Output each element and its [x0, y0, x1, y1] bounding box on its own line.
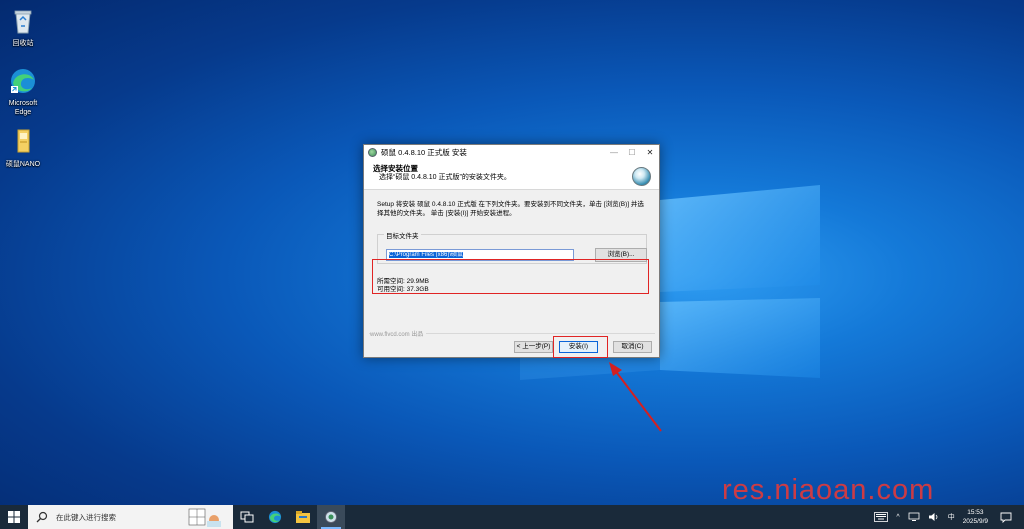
- watermark-text: res.niaoan.com: [722, 474, 935, 506]
- search-highlight-art-icon: [188, 508, 221, 527]
- header-subtitle: 选择“硕鼠 0.4.8.10 正式版”的安装文件夹。: [379, 174, 511, 181]
- search-placeholder: 在此键入进行搜索: [56, 512, 116, 522]
- window-controls: — ☐ ✕: [605, 145, 659, 160]
- search-icon: [36, 511, 48, 523]
- desktop-icon-label: 回收站: [12, 40, 34, 47]
- space-info: 所需空间: 29.9MB 可用空间: 37.3GB: [377, 278, 647, 294]
- window-title: 硕鼠 0.4.8.10 正式版 安装: [381, 148, 467, 157]
- task-view-icon: [240, 511, 254, 523]
- taskbar-search-box[interactable]: 在此键入进行搜索: [28, 505, 233, 529]
- destination-folder-label: 目标文件夹: [384, 230, 421, 240]
- taskbar: 在此键入进行搜索 ^ 中 15:53 2025/9/9: [0, 505, 1024, 529]
- start-button[interactable]: [0, 505, 28, 529]
- keyboard-icon[interactable]: [874, 512, 889, 522]
- install-path-input[interactable]: C:\Program Files (x86)\硕鼠: [386, 249, 574, 261]
- header-title: 选择安装位置: [373, 164, 418, 173]
- close-button[interactable]: ✕: [641, 145, 659, 160]
- install-path-text: C:\Program Files (x86)\硕鼠: [389, 252, 464, 258]
- desktop-icon-recycle-bin[interactable]: 回收站: [0, 6, 46, 48]
- folder-icon: [17, 129, 30, 153]
- taskbar-clock[interactable]: 15:53 2025/9/9: [963, 508, 988, 526]
- taskbar-installer[interactable]: [317, 505, 345, 529]
- desktop-icon-label: Microsoft Edge: [8, 100, 38, 116]
- desktop-icon-shuoshu-nano[interactable]: 硕鼠NANO: [0, 127, 46, 169]
- taskbar-file-explorer[interactable]: [289, 505, 317, 529]
- edge-icon: [11, 69, 35, 93]
- app-icon: [368, 148, 377, 157]
- desktop-icon-label: 硕鼠NANO: [5, 161, 41, 168]
- installer-header: 选择安装位置 选择“硕鼠 0.4.8.10 正式版”的安装文件夹。: [364, 160, 659, 190]
- space-required: 所需空间: 29.9MB: [377, 278, 430, 285]
- install-description: Setup 将安装 硕鼠 0.4.8.10 正式版 在下列文件夹。要安装到不同文…: [377, 201, 644, 217]
- windows-start-icon: [8, 511, 20, 523]
- ime-indicator[interactable]: 中: [948, 512, 955, 522]
- edge-icon: [268, 510, 282, 524]
- installer-window: 硕鼠 0.4.8.10 正式版 安装 — ☐ ✕ 选择安装位置 选择“硕鼠 0.…: [363, 144, 660, 358]
- show-hidden-icons-chevron-icon[interactable]: ^: [896, 514, 899, 521]
- destination-folder-group: 目标文件夹 C:\Program Files (x86)\硕鼠 浏览(B)...: [377, 230, 647, 264]
- installer-logo-icon: [632, 167, 651, 186]
- volume-icon[interactable]: [928, 512, 940, 522]
- installer-app-icon: [325, 511, 337, 523]
- file-explorer-icon: [296, 511, 310, 523]
- taskbar-edge[interactable]: [261, 505, 289, 529]
- maximize-button[interactable]: ☐: [623, 145, 641, 160]
- title-bar[interactable]: 硕鼠 0.4.8.10 正式版 安装 — ☐ ✕: [364, 145, 659, 160]
- clock-date: 2025/9/9: [962, 518, 988, 525]
- annotation-arrow-icon: [609, 362, 662, 432]
- clock-time: 15:53: [967, 509, 984, 516]
- recycle-bin-icon: [14, 10, 32, 34]
- installer-content: Setup 将安装 硕鼠 0.4.8.10 正式版 在下列文件夹。要安装到不同文…: [364, 190, 659, 294]
- install-button[interactable]: 安装(I): [559, 341, 598, 353]
- notification-icon[interactable]: [1000, 512, 1012, 523]
- taskbar-task-view[interactable]: [233, 505, 261, 529]
- browse-button[interactable]: 浏览(B)...: [595, 248, 647, 262]
- back-button[interactable]: < 上一步(P): [514, 341, 553, 353]
- space-available: 可用空间: 37.3GB: [377, 286, 429, 293]
- minimize-button[interactable]: —: [605, 145, 623, 160]
- desktop-icon-edge[interactable]: Microsoft Edge: [0, 66, 46, 117]
- network-icon[interactable]: [908, 512, 920, 522]
- branding-text: www.flvcd.com 出品: [370, 329, 427, 338]
- cancel-button[interactable]: 取消(C): [613, 341, 652, 353]
- system-tray: ^ 中 15:53 2025/9/9: [870, 505, 1024, 529]
